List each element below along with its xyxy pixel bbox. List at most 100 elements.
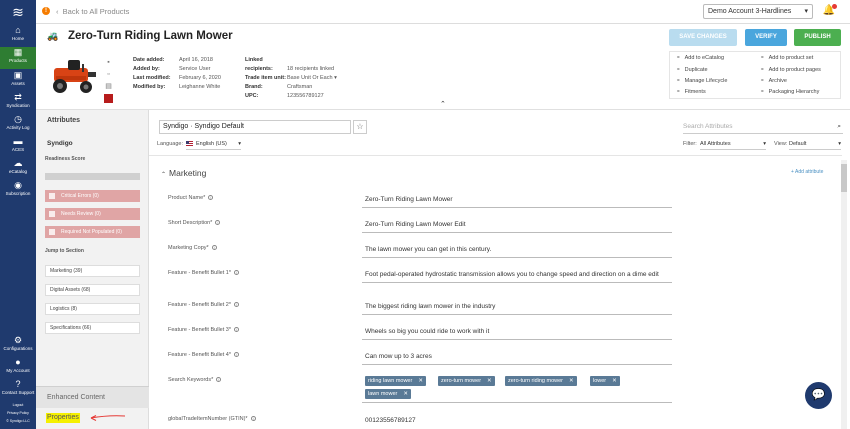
checkbox[interactable] [49, 193, 55, 199]
back-to-products-link[interactable]: ‹ Back to All Products [56, 7, 129, 16]
bullet-1-input[interactable]: Foot pedal-operated hydrostatic transmis… [362, 271, 672, 283]
search-placeholder: Search Attributes [683, 123, 733, 130]
needs-review-filter[interactable]: Needs Review (0) [45, 208, 140, 220]
jump-item-specifications[interactable]: Specifications (66) [45, 322, 140, 334]
properties-tab[interactable]: Properties [46, 413, 80, 423]
product-image[interactable] [48, 54, 100, 96]
trade-item-unit-select[interactable]: Base Unit Or Each ▾ [287, 75, 337, 81]
aces-icon: ▬ [13, 136, 23, 146]
nav-item-assets[interactable]: ▣ Assets [0, 70, 36, 92]
subscription-icon: ◉ [14, 180, 22, 190]
remove-tag-icon[interactable]: ✕ [487, 378, 492, 384]
jump-item-digital-assets[interactable]: Digital Assets (68) [45, 284, 140, 296]
jump-item-marketing[interactable]: Marketing (39) [45, 265, 140, 277]
publish-button[interactable]: PUBLISH [794, 29, 841, 46]
privacy-policy-link[interactable]: Privacy Policy [0, 411, 36, 415]
nav-item-ecatalog[interactable]: ☁ eCatalog [0, 158, 36, 180]
bell-icon[interactable]: 🔔 [822, 4, 837, 18]
critical-errors-filter[interactable]: Critical Errors (0) [45, 190, 140, 202]
context-select[interactable]: Syndigo · Syndigo Default [159, 120, 351, 134]
chat-icon[interactable]: 💬 [805, 382, 832, 409]
add-attribute-link[interactable]: + Add attribute [791, 169, 823, 175]
product-name-input[interactable]: Zero-Turn Riding Lawn Mower [362, 196, 672, 208]
star-icon[interactable]: ☆ [353, 120, 367, 134]
archive-action[interactable]: ⚭ Archive [760, 78, 787, 84]
manage-lifecycle-action[interactable]: ⚭ Manage Lifecycle [676, 78, 727, 84]
brand-footer: © Syndigo LLC [6, 419, 30, 423]
nav-item-my-account[interactable]: ● My Account [0, 357, 36, 379]
thumbnail-document-icon[interactable]: ▤ [104, 82, 113, 91]
thumbnail-red-icon[interactable] [104, 94, 113, 103]
nav-item-home[interactable]: ⌂ Home [0, 25, 36, 47]
remove-tag-icon[interactable]: ✕ [418, 378, 423, 384]
search-keywords-input[interactable]: riding lawn mower ✕ zero-turn mower ✕ zero… [362, 373, 672, 403]
remove-tag-icon[interactable]: ✕ [569, 378, 574, 384]
add-to-product-set-action[interactable]: ⚭ Add to product set [760, 55, 813, 61]
nav-item-activity-log[interactable]: ◷ Activity Log [0, 114, 36, 136]
meta-key: Last modified: [133, 75, 171, 81]
bullet-3-input[interactable]: Wheels so big you could ride to work wit… [362, 328, 672, 340]
packaging-hierarchy-action[interactable]: ⚭ Packaging Hierarchy [760, 89, 819, 95]
info-icon[interactable]: i [250, 416, 256, 422]
info-icon[interactable]: i [208, 195, 214, 201]
info-icon[interactable]: i [211, 245, 217, 251]
meta-value: Leighanne White [179, 84, 221, 90]
bullet-2-input[interactable]: The biggest riding lawn mower in the ind… [362, 303, 672, 315]
fitments-action[interactable]: ⚭ Fitments [676, 89, 706, 95]
linked-recipients-value[interactable]: 18 recipients linked [287, 66, 334, 72]
info-icon[interactable]: i [233, 302, 239, 308]
meta-key: UPC: [245, 93, 259, 99]
info-icon[interactable]: i [233, 270, 239, 276]
save-changes-button[interactable]: SAVE CHANGES [669, 29, 737, 46]
marketing-section-toggle[interactable]: ⌃ Marketing [161, 168, 206, 178]
marketing-copy-input[interactable]: The lawn mower you can get in this centu… [362, 246, 672, 258]
bullet-4-input[interactable]: Can mow up to 3 acres [362, 353, 672, 365]
duplicate-action[interactable]: ⚭ Duplicate [676, 67, 708, 73]
add-to-ecatalog-action[interactable]: ⚭ Add to eCatalog [676, 55, 724, 61]
nav-item-configurations[interactable]: ⚙ Configurations [0, 335, 36, 357]
required-not-populated-filter[interactable]: Required Not Populated (0) [45, 226, 140, 238]
checkbox[interactable] [49, 229, 55, 235]
nav-item-contact-support[interactable]: ? Contact Support [0, 379, 36, 401]
chevron-up-icon[interactable]: ⌃ [440, 100, 446, 108]
alert-icon[interactable]: ! [42, 7, 50, 15]
filter-select[interactable]: All Attributes ▾ [700, 139, 766, 150]
remove-tag-icon[interactable]: ✕ [612, 378, 617, 384]
thumbnail-mower-icon[interactable]: ▪ [104, 58, 113, 67]
info-icon[interactable]: i [215, 220, 221, 226]
scrollbar-thumb[interactable] [841, 164, 847, 192]
meta-key: Modified by: [133, 84, 166, 90]
nav-item-aces[interactable]: ▬ ACES [0, 136, 36, 158]
remove-tag-icon[interactable]: ✕ [403, 391, 408, 397]
jump-item-logistics[interactable]: Logistics (8) [45, 303, 140, 315]
field-label-text: Marketing Copy* [168, 245, 209, 251]
info-icon[interactable]: i [233, 352, 239, 358]
logout-link[interactable]: Logout [0, 403, 36, 407]
search-icon[interactable]: ⌕ [837, 120, 841, 133]
view-select[interactable]: Default ▾ [789, 139, 841, 150]
search-attributes-input[interactable]: Search Attributes ⌕ [683, 120, 843, 134]
enhanced-content-tab[interactable]: Enhanced Content [36, 386, 149, 408]
my-account-icon: ● [15, 357, 21, 367]
nav-item-syndication[interactable]: ⇄ Syndication [0, 92, 36, 114]
info-icon[interactable]: i [216, 377, 222, 383]
thumbnail-bottle-icon[interactable]: ▫ [104, 70, 113, 79]
add-to-product-pages-action[interactable]: ⚭ Add to product pages [760, 67, 821, 73]
chevron-down-icon: ▾ [804, 8, 808, 15]
language-select[interactable]: English (US) ▾ [186, 139, 241, 150]
account-select[interactable]: Demo Account 3-Hardlines ▾ [703, 4, 813, 19]
field-label-product-name: Product Name* i [168, 195, 214, 201]
divider [149, 155, 842, 156]
syndigo-logo[interactable]: ≋ [8, 3, 28, 21]
scrollbar[interactable] [841, 160, 847, 429]
short-description-input[interactable]: Zero-Turn Riding Lawn Mower Edit [362, 221, 672, 233]
verify-button[interactable]: VERIFY [745, 29, 787, 46]
nav-item-products[interactable]: ▦ Products [0, 47, 36, 69]
info-icon[interactable]: i [233, 327, 239, 333]
gtin-input[interactable]: 00123556789127 [362, 417, 672, 428]
checkbox[interactable] [49, 211, 55, 217]
product-actions-panel: ⚭ Add to eCatalog ⚭ Add to product set ⚭ Du… [669, 51, 841, 99]
nav-item-subscription[interactable]: ◉ Subscription [0, 180, 36, 202]
link-icon: ⚭ [760, 67, 765, 73]
language-label: Language: [157, 141, 183, 147]
